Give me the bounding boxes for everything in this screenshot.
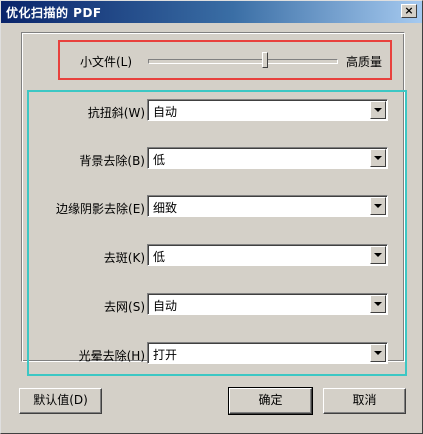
cancel-button[interactable]: 取消 bbox=[323, 388, 406, 414]
setting-row-edge-shadow-removal: 边缘阴影去除(E)： 细致 bbox=[29, 195, 405, 219]
window-title: 优化扫描的 PDF bbox=[6, 6, 102, 20]
quality-slider-thumb[interactable] bbox=[262, 52, 268, 68]
close-icon: × bbox=[404, 4, 414, 17]
setting-row-despeckle: 去斑(K)： 低 bbox=[29, 244, 405, 268]
halo-removal-select[interactable]: 打开 bbox=[147, 342, 388, 364]
quality-slider-row: 小文件(L) 高质量 bbox=[58, 40, 392, 80]
edge-shadow-removal-value: 细致 bbox=[153, 201, 178, 215]
setting-row-background-removal: 背景去除(B)： 低 bbox=[29, 147, 405, 171]
background-removal-label: 背景去除(B)： bbox=[79, 154, 157, 168]
deskew-select[interactable]: 自动 bbox=[147, 99, 388, 121]
chevron-down-icon[interactable] bbox=[370, 101, 386, 119]
chevron-down-icon[interactable] bbox=[370, 246, 386, 264]
descreen-value: 自动 bbox=[153, 299, 178, 313]
descreen-select[interactable]: 自动 bbox=[147, 293, 388, 315]
background-removal-select[interactable]: 低 bbox=[147, 147, 388, 169]
setting-row-halo-removal: 光晕去除(H)： 打开 bbox=[29, 342, 405, 366]
chevron-down-icon[interactable] bbox=[370, 295, 386, 313]
optimize-scanned-pdf-dialog: 优化扫描的 PDF × 小文件(L) 高质量 抗扭斜(W)： 自动 背景去除(B… bbox=[0, 0, 423, 434]
halo-removal-value: 打开 bbox=[153, 348, 178, 362]
deskew-value: 自动 bbox=[153, 105, 178, 119]
halo-removal-label: 光晕去除(H)： bbox=[78, 349, 157, 363]
small-file-label: 小文件(L) bbox=[80, 55, 133, 69]
filter-settings-frame: 抗扭斜(W)： 自动 背景去除(B)： 低 边缘阴影去除(E)： 细致 去斑(K… bbox=[27, 90, 407, 376]
chevron-down-icon[interactable] bbox=[370, 344, 386, 362]
title-bar[interactable]: 优化扫描的 PDF × bbox=[1, 1, 422, 23]
chevron-down-icon[interactable] bbox=[370, 149, 386, 167]
ok-button[interactable]: 确定 bbox=[228, 387, 313, 415]
default-values-button[interactable]: 默认值(D) bbox=[19, 388, 102, 414]
quality-slider[interactable] bbox=[148, 52, 338, 68]
high-quality-label: 高质量 bbox=[345, 55, 382, 69]
edge-shadow-removal-select[interactable]: 细致 bbox=[147, 195, 388, 217]
despeckle-value: 低 bbox=[153, 250, 166, 264]
edge-shadow-removal-label: 边缘阴影去除(E)： bbox=[56, 202, 157, 216]
background-removal-value: 低 bbox=[153, 153, 166, 167]
close-button[interactable]: × bbox=[401, 4, 417, 18]
despeckle-select[interactable]: 低 bbox=[147, 244, 388, 266]
setting-row-descreen: 去网(S)： 自动 bbox=[29, 293, 405, 317]
setting-row-deskew: 抗扭斜(W)： 自动 bbox=[29, 99, 405, 123]
chevron-down-icon[interactable] bbox=[370, 197, 386, 215]
